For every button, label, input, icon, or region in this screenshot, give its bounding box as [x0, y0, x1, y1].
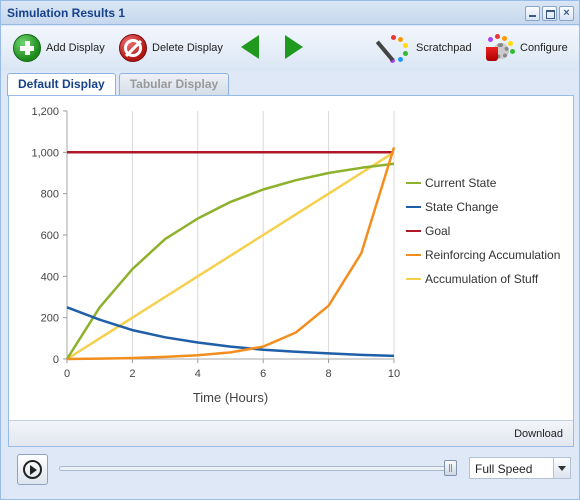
delete-display-label: Delete Display: [152, 42, 223, 54]
x-tick-label: 2: [129, 368, 135, 380]
configure-button[interactable]: Configure: [483, 33, 568, 63]
x-axis-label: Time (Hours): [193, 390, 268, 405]
line-chart: 0 200 400 600 800 1,000 1,200 0 2 4 6 8 10 Time (Hour…: [31, 106, 560, 405]
play-button[interactable]: [17, 454, 48, 485]
y-tick-label: 800: [41, 189, 59, 201]
panel-footer: Download: [9, 420, 573, 446]
series-line-accumulation-of-stuff: [66, 151, 395, 361]
speed-value: Full Speed: [475, 462, 533, 476]
delete-display-button[interactable]: Delete Display: [119, 33, 223, 63]
legend-label: Reinforcing Accumulation: [425, 248, 560, 262]
y-tick-label: 1,000: [31, 147, 59, 159]
legend-label: Goal: [425, 224, 450, 238]
download-link[interactable]: Download: [514, 428, 563, 440]
delete-icon: [119, 34, 147, 62]
legend-label: Current State: [425, 176, 497, 190]
window-titlebar[interactable]: Simulation Results 1 ×: [1, 1, 579, 25]
playback-bar: Full Speed: [1, 451, 579, 499]
window-title: Simulation Results 1: [7, 6, 126, 20]
x-tick-label: 6: [260, 368, 266, 380]
add-display-button[interactable]: Add Display: [13, 33, 105, 63]
chart-area: 0 200 400 600 800 1,000 1,200 0 2 4 6 8 10 Time (Hour…: [9, 96, 573, 420]
toolbar: Add Display Delete Display Scratchpad Co…: [1, 26, 579, 71]
scratchpad-icon: [375, 33, 411, 63]
y-tick-label: 0: [53, 354, 59, 366]
display-tabs: Default Display Tabular Display: [7, 73, 230, 96]
x-tick-label: 4: [195, 368, 201, 380]
previous-arrow-icon[interactable]: [241, 35, 259, 59]
configure-icon: [483, 33, 515, 63]
y-tick-label: 600: [41, 230, 59, 242]
series-line-current-state: [65, 162, 395, 360]
add-icon: [13, 34, 41, 62]
tab-default-display[interactable]: Default Display: [7, 73, 116, 96]
display-panel: 0 200 400 600 800 1,000 1,200 0 2 4 6 8 10 Time (Hour…: [8, 95, 574, 447]
play-icon: [23, 460, 42, 479]
window-controls: ×: [525, 6, 574, 21]
tab-tabular-display[interactable]: Tabular Display: [118, 73, 230, 95]
x-tick-label: 8: [326, 368, 332, 380]
x-tick-label: 0: [64, 368, 70, 380]
legend-label: Accumulation of Stuff: [425, 272, 539, 286]
chevron-down-icon[interactable]: [553, 458, 570, 478]
scratchpad-button[interactable]: Scratchpad: [375, 33, 472, 63]
y-tick-label: 200: [41, 313, 59, 325]
y-tick-label: 400: [41, 271, 59, 283]
series-line-state-change: [66, 306, 395, 358]
x-tick-label: 10: [388, 368, 400, 380]
time-slider-track[interactable]: [59, 466, 457, 471]
y-tick-label: 1,200: [31, 106, 59, 118]
add-display-label: Add Display: [46, 42, 105, 54]
simulation-results-window: Simulation Results 1 × Add Display Delet…: [0, 0, 580, 500]
configure-label: Configure: [520, 42, 568, 54]
scratchpad-label: Scratchpad: [416, 42, 472, 54]
maximize-icon[interactable]: [542, 6, 557, 21]
minimize-icon[interactable]: [525, 6, 540, 21]
next-arrow-icon[interactable]: [285, 35, 303, 59]
time-slider-handle[interactable]: [444, 460, 457, 476]
close-icon[interactable]: ×: [559, 6, 574, 21]
legend-label: State Change: [425, 200, 499, 214]
speed-select[interactable]: Full Speed: [469, 457, 571, 479]
